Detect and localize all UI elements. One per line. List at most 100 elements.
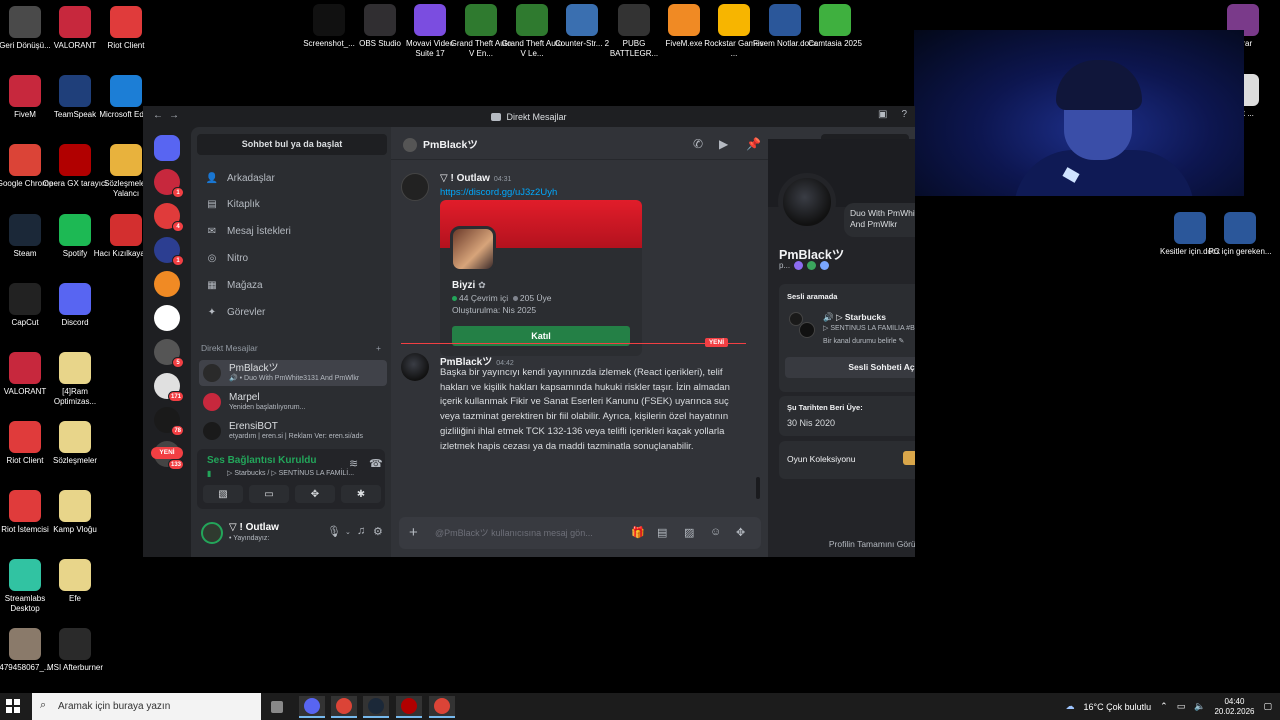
apps-icon[interactable]: ✥ — [736, 526, 745, 539]
signal-icon[interactable]: ▮ — [207, 469, 211, 478]
user-avatar-icon — [799, 322, 815, 338]
server-button[interactable]: 1 — [154, 237, 184, 266]
server-button[interactable] — [154, 271, 180, 297]
taskbar-app-button[interactable] — [331, 696, 357, 718]
taskbar-app-button[interactable] — [396, 696, 422, 718]
disconnect-icon[interactable]: ☎ — [369, 457, 383, 470]
weather-icon[interactable]: ☁ — [1066, 701, 1075, 712]
volume-icon[interactable]: 🔈 — [1194, 701, 1205, 712]
dm-row[interactable]: PmBlackツ 🔊 • Duo With PmWhite3131 And PmW… — [199, 360, 387, 386]
server-button[interactable]: 171 — [154, 373, 184, 402]
invite-link[interactable]: https://discord.gg/uJ3z2Uyh — [440, 187, 557, 198]
inbox-icon[interactable]: ▣ — [878, 109, 887, 120]
soundboard-icon[interactable]: ≋ — [349, 457, 358, 470]
nav-item-quests[interactable]: ✦ Görevler — [199, 301, 383, 323]
add-dm-button[interactable]: + — [376, 343, 381, 353]
help-icon[interactable]: ? — [901, 109, 907, 120]
nav-item-label: Arkadaşlar — [227, 172, 275, 184]
activities-button[interactable]: ✥ — [295, 485, 335, 503]
desktop-shortcut-label: [4]Ram Optimizas... — [53, 387, 97, 406]
pinned-messages-icon[interactable]: 📌 — [746, 137, 761, 151]
tray-chevron-icon[interactable]: ⌃ — [1160, 701, 1168, 712]
chat-scrollbar[interactable] — [756, 477, 760, 499]
gift-icon[interactable]: 🎁 — [631, 526, 645, 539]
user-avatar[interactable] — [201, 522, 223, 544]
dm-row[interactable]: Marpel Yeniden başlatılıyorum... — [199, 389, 387, 415]
message-author-avatar[interactable] — [401, 353, 429, 381]
voice-channel-status[interactable]: Bir kanal durumu belirle ✎ — [823, 337, 904, 345]
folder-icon — [59, 490, 91, 522]
taskbar-app-button[interactable] — [363, 696, 389, 718]
desktop-shortcut-label: PC için gereken... — [1208, 247, 1272, 256]
attach-plus-icon[interactable]: + — [409, 524, 418, 541]
boost-badge-icon[interactable] — [820, 261, 830, 270]
nav-arrows-icon[interactable]: ←→ — [153, 110, 185, 121]
capcut-icon — [9, 283, 41, 315]
emoji-icon[interactable]: ☺ — [710, 526, 721, 538]
find-conversation-button[interactable]: Sohbet bul ya da başlat — [197, 134, 387, 155]
camtasia-icon — [819, 4, 851, 36]
desktop-shortcut[interactable]: Riot Client — [93, 6, 159, 51]
weather-text[interactable]: 16°C Çok bulutlu — [1084, 702, 1152, 712]
quest-badge-icon[interactable] — [807, 261, 817, 270]
network-icon[interactable]: ▭ — [1177, 701, 1186, 712]
desktop-shortcut[interactable]: MSI Afterburner — [42, 628, 108, 673]
discord-icon — [304, 698, 320, 714]
desktop-shortcut[interactable]: PC için gereken... — [1207, 212, 1273, 257]
user-name[interactable]: ▽ ! Outlaw — [229, 522, 279, 533]
server-button[interactable]: 78 — [154, 407, 184, 436]
chevron-down-icon[interactable]: ⌄ — [345, 528, 351, 536]
server-button[interactable] — [154, 305, 180, 331]
microphone-icon[interactable]: 🎙 — [327, 525, 341, 538]
message-author-avatar[interactable] — [401, 173, 429, 201]
new-unreads-pill[interactable]: YENİ — [151, 447, 183, 459]
taskbar-app-button[interactable] — [264, 696, 290, 718]
taskbar-app-button[interactable] — [429, 696, 455, 718]
taskbar-search-input[interactable] — [58, 693, 208, 720]
dm-row[interactable]: ErensiBOT etyardım | eren.si | Reklam Ver… — [199, 418, 387, 444]
quests-icon: ✦ — [207, 306, 217, 318]
voice-status[interactable]: Ses Bağlantısı Kuruldu — [207, 455, 316, 466]
sticker-icon[interactable]: ▨ — [684, 526, 694, 539]
notification-icon[interactable]: ▢ — [1263, 701, 1272, 712]
settings-gear-icon[interactable]: ⚙ — [373, 525, 383, 538]
nitro-badge-icon[interactable] — [794, 261, 804, 270]
game-collection-card[interactable]: Oyun Koleksiyonu +3 — [779, 441, 915, 479]
desktop-shortcut[interactable]: Camtasia 2025 — [802, 4, 868, 49]
open-voice-chat-button[interactable]: Sesli Sohbeti Aç — [785, 357, 915, 378]
desktop-shortcut[interactable]: Efe — [42, 559, 108, 604]
nav-item-friends[interactable]: 👤 Arkadaşlar — [199, 167, 383, 189]
headphones-icon[interactable]: ♫ — [357, 525, 365, 537]
profile-avatar[interactable] — [778, 173, 836, 231]
screen-share-button[interactable]: ▭ — [249, 485, 289, 503]
nav-item-mail[interactable]: ✉ Mesaj İstekleri — [199, 221, 383, 243]
message-author[interactable]: ▽ ! Outlaw — [440, 173, 490, 184]
gif-icon[interactable]: ▤ — [657, 526, 667, 539]
start-button[interactable] — [6, 699, 20, 713]
nav-item-shop[interactable]: ▦ Mağaza — [199, 274, 383, 296]
nav-item-library[interactable]: ▤ Kitaplık — [199, 194, 383, 216]
dm-avatar — [203, 364, 221, 382]
desktop-shortcut[interactable]: Sözleşmeler — [42, 421, 108, 466]
streamlabs-icon — [9, 559, 41, 591]
nav-item-nitro[interactable]: ◎ Nitro — [199, 247, 383, 269]
server-button[interactable]: 5 — [154, 339, 184, 368]
camera-off-button[interactable]: ▧ — [203, 485, 243, 503]
desktop-shortcut[interactable]: Discord — [42, 283, 108, 328]
friends-icon: 👤 — [205, 172, 219, 184]
taskbar-search[interactable]: ⌕ — [32, 693, 261, 720]
discord-home-button[interactable] — [154, 135, 180, 161]
voice-channel-label[interactable]: ▷ Starbucks / ▷ SENTİNUS LA FAMİLİ... — [227, 469, 354, 477]
desktop-shortcut[interactable]: [4]Ram Optimizas... — [42, 352, 108, 407]
voice-call-icon[interactable]: ✆ — [693, 137, 703, 151]
desktop-shortcut[interactable]: Kamp Vloğu — [42, 490, 108, 535]
soundboard-button[interactable]: ✱ — [341, 485, 381, 503]
video-call-icon[interactable]: ▶ — [719, 137, 728, 151]
nav-item-label: Mesaj İstekleri — [227, 226, 291, 238]
clock[interactable]: 04:40 20.02.2026 — [1214, 697, 1254, 717]
message-input[interactable] — [435, 517, 615, 549]
taskbar-app-button[interactable] — [299, 696, 325, 718]
server-button[interactable]: 1 — [154, 169, 184, 198]
server-button[interactable]: 4 — [154, 203, 184, 232]
view-full-profile-link[interactable]: Profilin Tamamını Görüntüle — [768, 539, 915, 549]
